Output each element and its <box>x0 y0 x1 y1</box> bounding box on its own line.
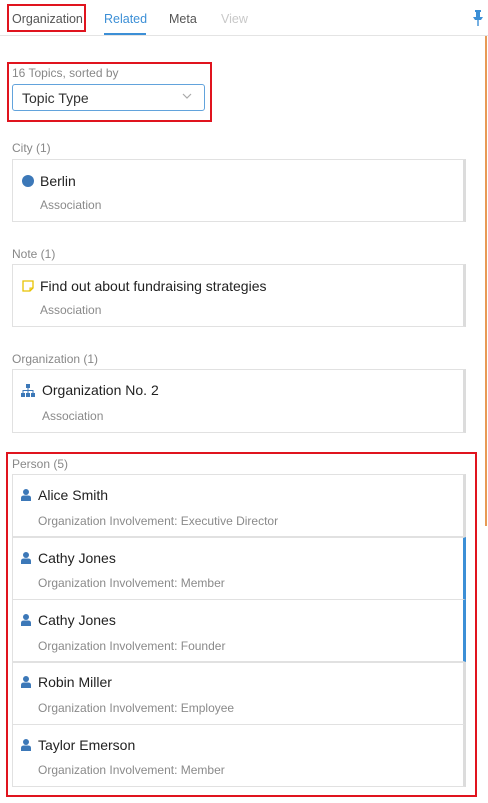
tab-related[interactable]: Related <box>104 12 147 26</box>
item-subtitle: Organization Involvement: Employee <box>38 701 235 715</box>
group-caption-person: Person (5) <box>12 457 69 471</box>
list-item[interactable]: Cathy Jones Organization Involvement: Fo… <box>12 599 466 662</box>
item-title: Alice Smith <box>38 487 109 503</box>
org-chart-icon <box>21 384 35 397</box>
sort-select[interactable]: Topic Type <box>12 84 205 111</box>
group-caption-city: City (1) <box>12 141 51 155</box>
item-subtitle: Organization Involvement: Founder <box>38 639 226 653</box>
pin-icon[interactable] <box>472 10 484 26</box>
person-icon <box>21 676 31 688</box>
note-icon <box>22 280 34 292</box>
list-item[interactable]: Alice Smith Organization Involvement: Ex… <box>12 474 466 537</box>
sort-select-value: Topic Type <box>22 90 89 106</box>
person-icon <box>21 489 31 501</box>
tab-view[interactable]: View <box>221 12 248 26</box>
person-icon <box>21 552 31 564</box>
list-item[interactable]: Organization No. 2 Association <box>12 369 466 433</box>
list-item[interactable]: Berlin Association <box>12 159 466 222</box>
list-item[interactable]: Find out about fundraising strategies As… <box>12 264 466 327</box>
person-icon <box>21 739 31 751</box>
item-subtitle: Association <box>40 198 102 212</box>
active-tab-indicator <box>104 33 146 35</box>
tab-meta[interactable]: Meta <box>169 12 197 26</box>
circle-icon <box>22 175 34 187</box>
item-subtitle: Association <box>42 409 104 423</box>
chevron-down-icon <box>182 93 192 99</box>
group-caption-organization: Organization (1) <box>12 352 99 366</box>
item-subtitle: Organization Involvement: Member <box>38 576 225 590</box>
item-title: Find out about fundraising strategies <box>40 278 267 294</box>
person-icon <box>21 614 31 626</box>
item-title: Organization No. 2 <box>42 382 159 398</box>
item-title: Berlin <box>40 173 76 189</box>
item-title: Taylor Emerson <box>38 737 136 753</box>
item-title: Robin Miller <box>38 674 112 690</box>
tab-bar: Organization Related Meta View <box>0 0 488 36</box>
item-title: Cathy Jones <box>38 612 116 628</box>
group-caption-note: Note (1) <box>12 247 56 261</box>
list-item[interactable]: Cathy Jones Organization Involvement: Me… <box>12 537 466 600</box>
item-subtitle: Organization Involvement: Member <box>38 763 225 777</box>
item-subtitle: Association <box>40 303 102 317</box>
tab-organization[interactable]: Organization <box>12 12 83 26</box>
item-title: Cathy Jones <box>38 550 116 566</box>
right-rail <box>485 36 487 526</box>
item-subtitle: Organization Involvement: Executive Dire… <box>38 514 279 528</box>
list-item[interactable]: Robin Miller Organization Involvement: E… <box>12 662 466 725</box>
topics-sort-caption: 16 Topics, sorted by <box>12 66 119 80</box>
list-item[interactable]: Taylor Emerson Organization Involvement:… <box>12 724 466 787</box>
